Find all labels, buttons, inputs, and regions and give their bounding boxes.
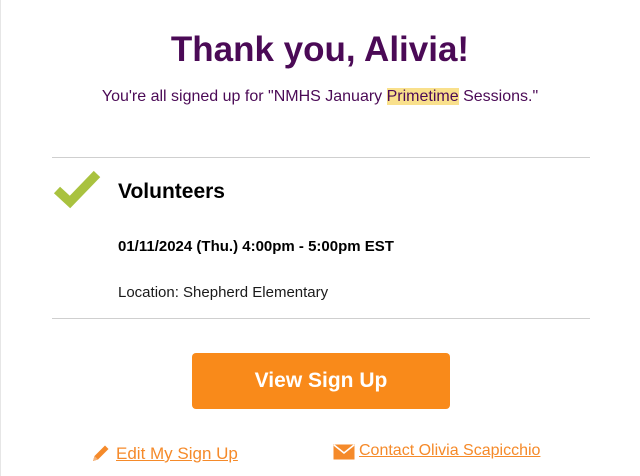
view-sign-up-button[interactable]: View Sign Up <box>192 353 450 409</box>
envelope-icon <box>333 444 355 460</box>
slot-location: Location: Shepherd Elementary <box>118 284 329 301</box>
pencil-icon <box>93 445 109 461</box>
divider-bottom <box>52 318 590 319</box>
checkmark-icon <box>53 170 101 209</box>
slot-date-time: 01/11/2024 (Thu.) 4:00pm - 5:00pm EST <box>118 238 394 255</box>
contact-organizer-link[interactable]: Contact Olivia Scapicchio <box>333 442 540 460</box>
highlighted-term: Primetime <box>386 88 459 105</box>
page-title: Thank you, Alivia! <box>170 30 470 69</box>
confirmation-message: You're all signed up for "NMHS January P… <box>0 88 640 106</box>
edit-my-sign-up-link[interactable]: Edit My Sign Up <box>90 442 238 464</box>
contact-link-label: Contact Olivia Scapicchio <box>359 442 541 459</box>
divider-top <box>52 157 590 158</box>
subtitle-text-start: You're all signed up for "NMHS January <box>101 88 387 105</box>
edit-link-label: Edit My Sign Up <box>116 444 238 463</box>
subtitle-text-end: Sessions." <box>458 88 539 105</box>
slot-name: Volunteers <box>118 180 225 203</box>
page-border <box>0 0 1 476</box>
